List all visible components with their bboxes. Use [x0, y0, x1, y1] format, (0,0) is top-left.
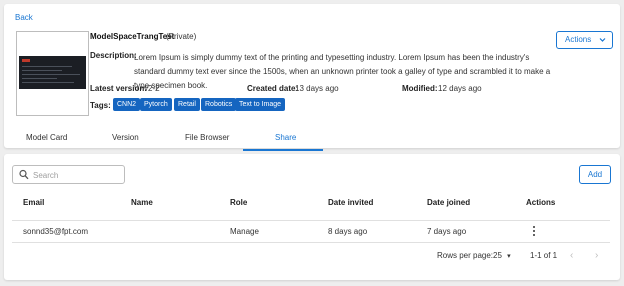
column-header-date-joined: Date joined — [427, 198, 471, 207]
rows-per-page-label: Rows per page: — [437, 251, 494, 260]
column-header-name: Name — [131, 198, 153, 207]
table-divider — [12, 242, 610, 243]
tag-chip[interactable]: CNN2 — [113, 98, 141, 111]
column-header-role: Role — [230, 198, 248, 207]
chevron-left-icon[interactable]: ‹ — [570, 250, 573, 261]
model-thumbnail — [16, 31, 89, 116]
thumbnail-marker — [22, 59, 30, 62]
more-vert-icon[interactable] — [531, 225, 537, 237]
tab-model-card[interactable]: Model Card — [26, 133, 67, 142]
tag-chip[interactable]: Pytorch — [140, 98, 172, 111]
add-button[interactable]: Add — [579, 165, 611, 184]
model-header-card: Back ModelSpaceTrangTest (Private) Descr… — [4, 4, 620, 151]
pagination-range: 1-1 of 1 — [530, 251, 558, 260]
latest-version-value: v2-2 — [144, 84, 160, 93]
latest-version-label: Latest version: — [90, 84, 147, 93]
tags-label: Tags: — [90, 101, 111, 110]
created-date-label: Created date: — [247, 84, 299, 93]
search-input[interactable] — [33, 169, 121, 181]
tab-share[interactable]: Share — [275, 133, 296, 142]
tab-file-browser[interactable]: File Browser — [185, 133, 229, 142]
model-visibility: (Private) — [166, 32, 197, 41]
modified-value: 12 days ago — [438, 84, 482, 93]
share-card: Add Email Name Role Date invited Date jo… — [4, 154, 620, 280]
tag-chip[interactable]: Retail — [174, 98, 200, 111]
model-name: ModelSpaceTrangTest — [90, 32, 175, 41]
back-link[interactable]: Back — [15, 13, 33, 22]
search-icon — [19, 169, 29, 182]
cell-date-invited: 8 days ago — [328, 227, 368, 236]
actions-button-label: Actions — [565, 35, 592, 44]
table-divider — [12, 220, 610, 221]
column-header-actions: Actions — [526, 198, 556, 207]
thumbnail-line — [22, 78, 57, 79]
modified-label: Modified: — [402, 84, 438, 93]
thumbnail-line — [22, 70, 62, 71]
cell-role: Manage — [230, 227, 259, 236]
rows-per-page-value: 25 — [493, 251, 502, 260]
thumbnail-line — [22, 66, 72, 67]
actions-button[interactable]: Actions — [556, 31, 613, 49]
tab-version[interactable]: Version — [112, 133, 139, 142]
chevron-right-icon[interactable]: › — [595, 250, 598, 261]
search-box[interactable] — [12, 165, 125, 184]
description-text: Lorem Ipsum is simply dummy text of the … — [134, 53, 551, 90]
cell-email: sonnd35@fpt.com — [23, 227, 89, 236]
column-header-email: Email — [23, 198, 45, 207]
caret-down-icon: ▾ — [507, 253, 511, 260]
active-tab-indicator — [243, 149, 323, 151]
cell-date-joined: 7 days ago — [427, 227, 467, 236]
thumbnail-screen — [19, 56, 86, 89]
tag-chip[interactable]: Text to Image — [235, 98, 286, 111]
thumbnail-line — [22, 82, 74, 83]
column-header-date-invited: Date invited — [328, 198, 374, 207]
rows-per-page-select[interactable]: 25 ▾ — [493, 251, 511, 260]
chevron-down-icon — [599, 32, 606, 54]
description-label: Description: — [90, 51, 137, 60]
tag-chip[interactable]: Robotics — [201, 98, 237, 111]
created-date-value: 13 days ago — [295, 84, 339, 93]
thumbnail-line — [22, 74, 80, 75]
